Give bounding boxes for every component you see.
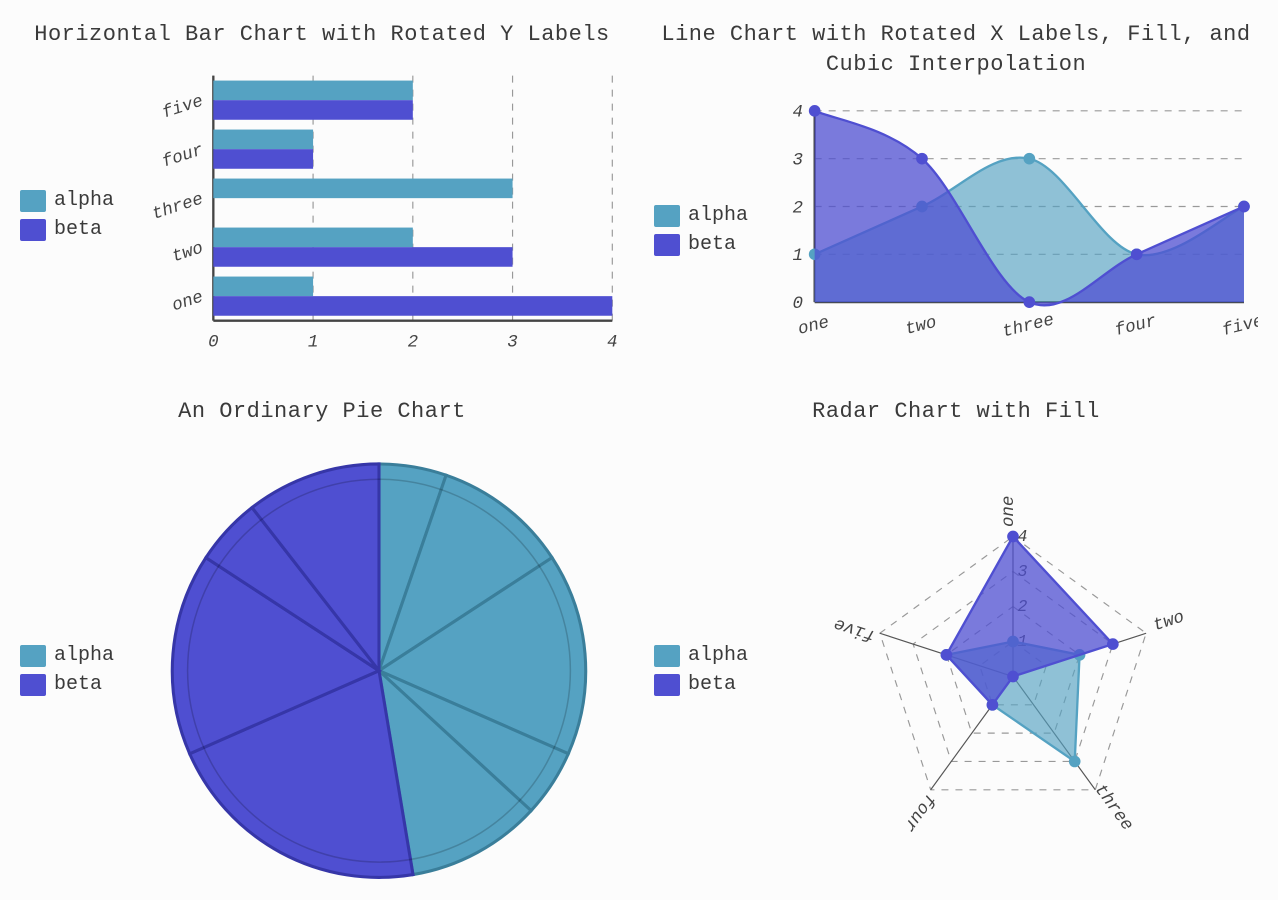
- legend: alpha beta: [654, 204, 748, 256]
- panel-hbar: Horizontal Bar Chart with Rotated Y Labe…: [20, 20, 624, 367]
- panel-radar: Radar Chart with Fill alpha beta 1234one…: [654, 397, 1258, 900]
- svg-text:4: 4: [793, 103, 804, 123]
- chart-area-hbar: 0 1 2 3 4 one two three four five: [134, 64, 624, 367]
- svg-text:3: 3: [793, 151, 804, 171]
- svg-text:two: two: [170, 238, 206, 267]
- legend-swatch-beta: [20, 219, 46, 241]
- svg-text:one: one: [796, 313, 831, 340]
- svg-text:four: four: [160, 140, 206, 172]
- svg-text:2: 2: [408, 332, 418, 352]
- panel-body: alpha beta 0 1 2 3 4 one two three four five: [20, 64, 624, 367]
- legend-item-beta: beta: [654, 673, 748, 696]
- svg-text:three: three: [150, 189, 206, 224]
- chart-title: Radar Chart with Fill: [654, 397, 1258, 427]
- legend-item-alpha: alpha: [20, 189, 114, 212]
- panel-body: alpha beta 1234onetwothreefourfive: [654, 441, 1258, 900]
- svg-text:two: two: [903, 313, 938, 340]
- legend-swatch-alpha: [654, 645, 680, 667]
- chart-title: An Ordinary Pie Chart: [20, 397, 624, 427]
- svg-text:1: 1: [793, 247, 804, 267]
- svg-text:two: two: [1151, 607, 1187, 636]
- legend-swatch-beta: [20, 674, 46, 696]
- legend: alpha beta: [20, 644, 114, 696]
- chart-grid: Horizontal Bar Chart with Rotated Y Labe…: [20, 20, 1258, 764]
- bar-chart-icon: 0 1 2 3 4 one two three four five: [134, 64, 624, 367]
- chart-title: Line Chart with Rotated X Labels, Fill, …: [654, 20, 1258, 79]
- line-chart-icon: 0 1 2 3 4 one two three four five: [768, 93, 1258, 367]
- legend: alpha beta: [654, 644, 748, 696]
- legend-swatch-alpha: [20, 645, 46, 667]
- legend-swatch-beta: [654, 234, 680, 256]
- svg-text:2: 2: [793, 199, 804, 219]
- legend-swatch-alpha: [654, 205, 680, 227]
- chart-area-radar: 1234onetwothreefourfive: [768, 441, 1258, 900]
- svg-text:1: 1: [308, 332, 319, 352]
- legend-label: beta: [688, 233, 736, 256]
- legend-label: alpha: [54, 644, 114, 667]
- pie-chart-icon: [134, 441, 624, 900]
- legend-item-beta: beta: [20, 673, 114, 696]
- legend-label: beta: [688, 673, 736, 696]
- svg-text:one: one: [999, 495, 1019, 526]
- svg-text:three: three: [1090, 780, 1137, 834]
- legend-item-beta: beta: [20, 218, 114, 241]
- svg-text:0: 0: [793, 294, 804, 314]
- legend-swatch-alpha: [20, 190, 46, 212]
- radar-chart-icon: 1234onetwothreefourfive: [768, 441, 1258, 900]
- legend-label: beta: [54, 673, 102, 696]
- panel-body: alpha beta 0 1 2 3 4 one two three four five: [654, 93, 1258, 367]
- svg-text:one: one: [170, 287, 206, 316]
- legend-label: alpha: [54, 189, 114, 212]
- legend-item-beta: beta: [654, 233, 748, 256]
- chart-area-pie: [134, 441, 624, 900]
- legend-item-alpha: alpha: [20, 644, 114, 667]
- panel-line: Line Chart with Rotated X Labels, Fill, …: [654, 20, 1258, 367]
- legend-item-alpha: alpha: [654, 644, 748, 667]
- svg-text:three: three: [1000, 311, 1056, 343]
- svg-text:four: four: [1113, 312, 1159, 342]
- legend-label: alpha: [688, 644, 748, 667]
- legend-swatch-beta: [654, 674, 680, 696]
- svg-text:five: five: [832, 613, 878, 645]
- svg-text:five: five: [160, 91, 206, 123]
- chart-title: Horizontal Bar Chart with Rotated Y Labe…: [20, 20, 624, 50]
- panel-pie: An Ordinary Pie Chart alpha beta: [20, 397, 624, 900]
- svg-text:4: 4: [607, 332, 617, 352]
- legend-label: alpha: [688, 204, 748, 227]
- svg-text:3: 3: [507, 332, 518, 352]
- legend-item-alpha: alpha: [654, 204, 748, 227]
- legend: alpha beta: [20, 189, 114, 241]
- svg-text:four: four: [899, 789, 940, 835]
- chart-area-line: 0 1 2 3 4 one two three four five: [768, 93, 1258, 367]
- svg-text:0: 0: [208, 332, 218, 352]
- legend-label: beta: [54, 218, 102, 241]
- svg-text:five: five: [1220, 312, 1258, 342]
- panel-body: alpha beta: [20, 441, 624, 900]
